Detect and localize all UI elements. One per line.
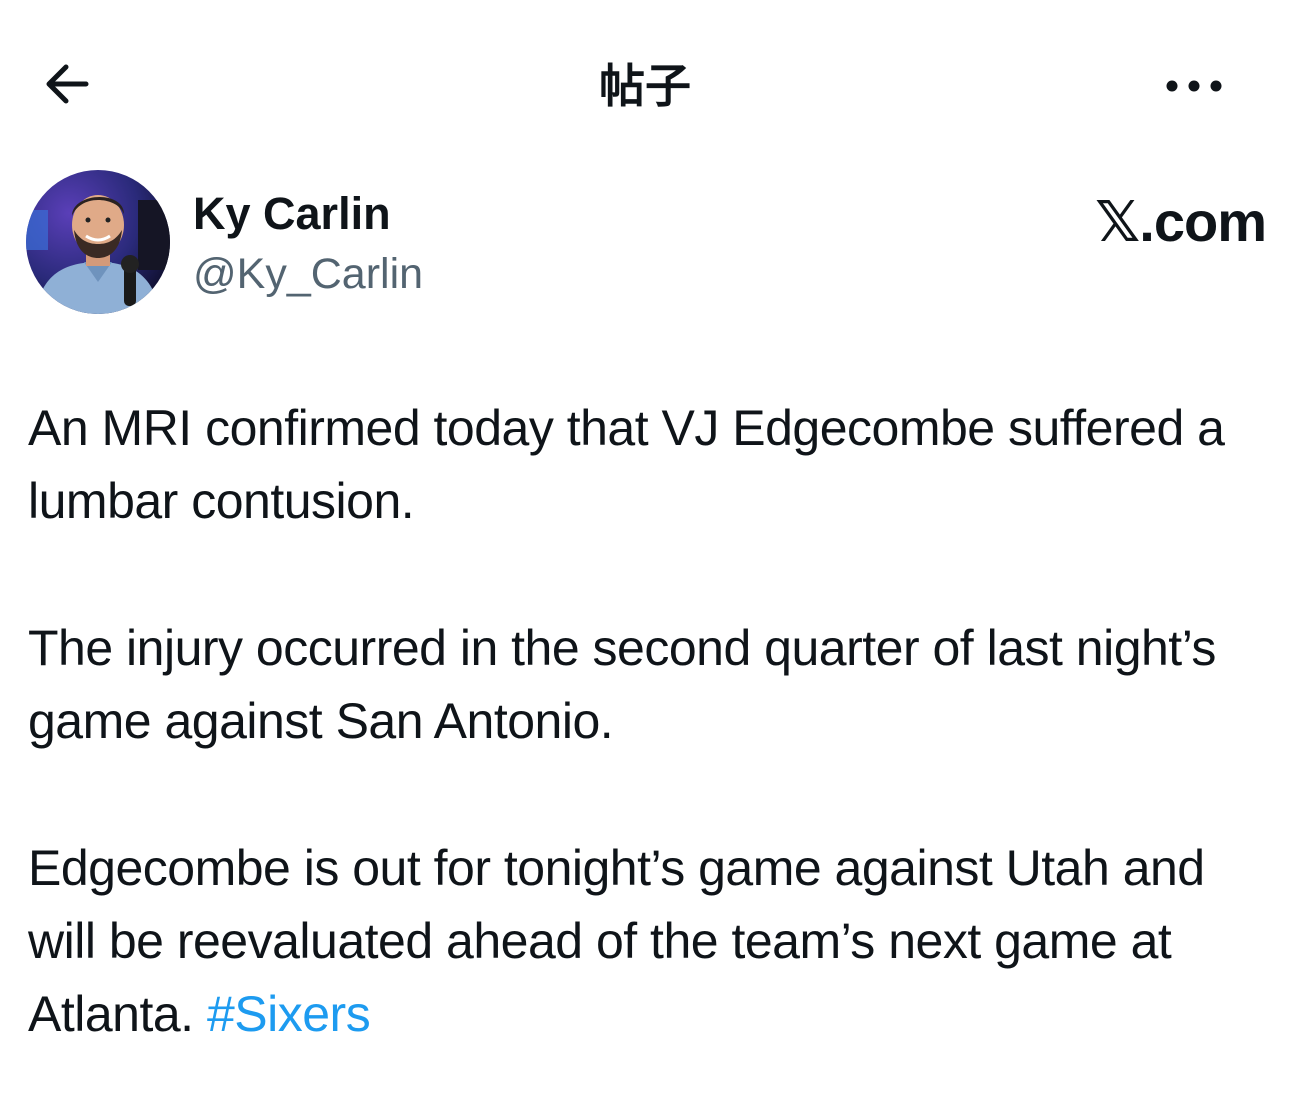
- tweet-text: An MRI confirmed today that VJ Edgecombe…: [28, 392, 1258, 1051]
- more-horizontal-icon: [1166, 80, 1222, 92]
- tweet-paragraph-text: Edgecombe is out for tonight’s game agai…: [28, 840, 1205, 1042]
- top-bar: 帖子: [0, 0, 1290, 170]
- author-handle[interactable]: @Ky_Carlin: [193, 248, 423, 300]
- hashtag-link[interactable]: #Sixers: [207, 986, 371, 1042]
- tweet-paragraph: An MRI confirmed today that VJ Edgecombe…: [28, 400, 1225, 529]
- author-display-name[interactable]: Ky Carlin: [193, 188, 391, 240]
- tweet-paragraph: Edgecombe is out for tonight’s game agai…: [28, 832, 1258, 1051]
- source-label: 𝕏.com: [1095, 190, 1267, 253]
- tweet-paragraph: The injury occurred in the second quarte…: [28, 620, 1216, 749]
- more-options-button[interactable]: [1154, 66, 1234, 106]
- avatar[interactable]: [26, 170, 170, 314]
- page-title: 帖子: [599, 59, 691, 113]
- author-row: Ky Carlin @Ky_Carlin 𝕏.com: [26, 170, 1267, 330]
- avatar-photo: [26, 170, 170, 314]
